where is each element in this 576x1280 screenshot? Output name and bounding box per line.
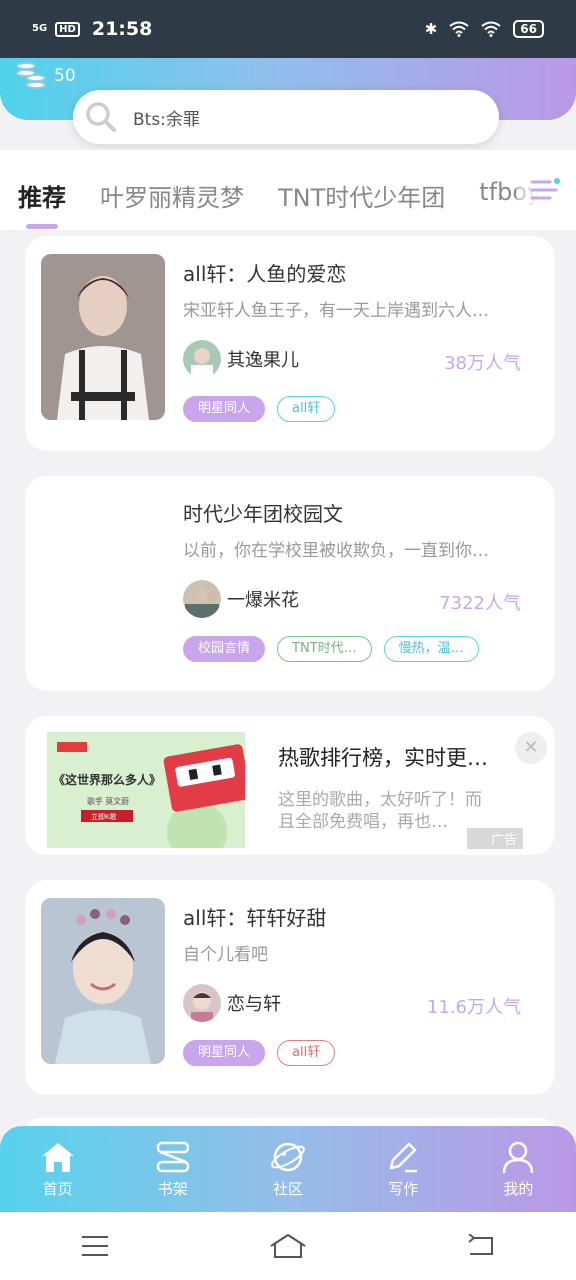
ad-banner-image: 《这世界那么多人》 歌手 莫文蔚 立即K歌	[47, 732, 245, 848]
nav-profile[interactable]: 我的	[461, 1126, 576, 1212]
nav-community-label: 社区	[273, 1180, 304, 1198]
ad-banner-button: 立即K歌	[91, 812, 117, 821]
author-info[interactable]: 恋与轩	[183, 984, 281, 1022]
nav-bookshelf-label: 书架	[157, 1180, 188, 1198]
nav-profile-label: 我的	[503, 1180, 534, 1198]
nav-bookshelf[interactable]: 书架	[115, 1126, 230, 1212]
menu-icon[interactable]	[80, 1234, 110, 1258]
clock: 21:58	[91, 18, 153, 40]
tab-tnt[interactable]: TNT时代少年团	[278, 178, 445, 213]
book-card[interactable]: 时代少年团校园文 以前，你在学校里被收欺负，一直到你… 一爆米花 7322人气 …	[25, 476, 555, 691]
book-card[interactable]: all轩：人鱼的爱恋 宋亚轩人鱼王子，有一天上岸遇到六人… 其逸果儿 38万人气…	[25, 236, 555, 451]
ad-label: 广告	[466, 828, 523, 849]
back-icon[interactable]	[466, 1234, 496, 1258]
avatar	[183, 984, 221, 1022]
popularity-count: 11.6万人气	[426, 997, 521, 1018]
nav-home-label: 首页	[42, 1180, 73, 1198]
book-cover	[41, 898, 165, 1064]
popularity-count: 7322人气	[439, 593, 521, 614]
tab-yeluoli[interactable]: 叶罗丽精灵梦	[100, 178, 244, 213]
home-outline-icon[interactable]	[269, 1233, 307, 1259]
tag[interactable]: 校园言情	[183, 636, 266, 662]
tab-recommend[interactable]: 推荐	[18, 178, 66, 229]
user-icon	[503, 1141, 534, 1174]
coin-balance[interactable]: 50	[14, 62, 76, 90]
book-description: 以前，你在学校里被收欺负，一直到你…	[183, 541, 489, 561]
popularity-count: 38万人气	[444, 353, 521, 374]
bottom-nav: 首页 书架 社区 写作 我的	[0, 1126, 576, 1212]
system-nav-bar	[0, 1212, 576, 1280]
signal-indicator: 5G	[32, 23, 48, 34]
book-title: all轩：人鱼的爱恋	[183, 262, 347, 286]
avatar	[183, 340, 221, 378]
pencil-icon	[389, 1142, 418, 1173]
coin-count: 50	[54, 66, 76, 86]
bluetooth-icon: ✱	[424, 20, 438, 38]
book-title: 时代少年团校园文	[183, 502, 343, 526]
author-info[interactable]: 其逸果儿	[183, 340, 299, 378]
ad-banner-title: 《这世界那么多人》	[53, 772, 161, 787]
nav-write-label: 写作	[388, 1180, 419, 1198]
close-icon[interactable]: ✕	[515, 732, 547, 764]
tag[interactable]: 慢热，温…	[383, 636, 479, 662]
nav-write[interactable]: 写作	[346, 1126, 461, 1212]
tag[interactable]: TNT时代…	[277, 636, 372, 662]
author-name: 其逸果儿	[227, 350, 299, 371]
coin-icon	[14, 62, 48, 90]
nav-community[interactable]: 社区	[230, 1126, 345, 1212]
home-icon	[41, 1143, 74, 1172]
category-tabs: 推荐 叶罗丽精灵梦 TNT时代少年团 tfboys	[0, 150, 576, 230]
book-title: all轩：轩轩好甜	[183, 906, 327, 930]
menu-list-icon	[530, 178, 560, 200]
nav-home[interactable]: 首页	[0, 1126, 115, 1212]
tab-menu-button[interactable]	[516, 170, 576, 212]
wifi-icon	[481, 21, 501, 37]
book-description: 自个儿看吧	[183, 945, 268, 965]
book-card[interactable]: all轩：轩轩好甜 自个儿看吧 恋与轩 11.6万人气 明星同人 all轩	[25, 880, 555, 1095]
book-cover	[41, 254, 165, 420]
author-info[interactable]: 一爆米花	[183, 580, 299, 618]
tag[interactable]: 明星同人	[183, 1040, 266, 1066]
hd-indicator: HD	[55, 21, 80, 37]
ad-card[interactable]: 《这世界那么多人》 歌手 莫文蔚 立即K歌 热歌排行榜，实时更… 这里的歌曲，太…	[25, 716, 555, 855]
tag[interactable]: 明星同人	[183, 396, 266, 422]
author-name: 一爆米花	[227, 590, 299, 611]
avatar	[183, 580, 221, 618]
ad-description: 这里的歌曲，太好听了！而且全部免费唱，再也…	[278, 790, 482, 832]
ad-banner-subtitle: 歌手 莫文蔚	[87, 796, 129, 806]
wifi-icon	[449, 21, 469, 37]
book-description: 宋亚轩人鱼王子，有一天上岸遇到六人…	[183, 301, 489, 321]
author-name: 恋与轩	[227, 994, 281, 1015]
status-bar: 5G HD 21:58 ✱ 66	[0, 0, 576, 58]
tag[interactable]: all轩	[277, 1040, 336, 1066]
tag[interactable]: all轩	[277, 396, 336, 422]
planet-icon	[271, 1142, 305, 1172]
ad-title: 热歌排行榜，实时更…	[278, 746, 488, 770]
search-placeholder: Bts:余罪	[133, 109, 200, 130]
search-icon	[86, 102, 116, 132]
search-bar[interactable]: Bts:余罪	[73, 90, 499, 144]
bookshelf-icon	[156, 1141, 190, 1173]
battery-indicator: 66	[513, 20, 544, 38]
